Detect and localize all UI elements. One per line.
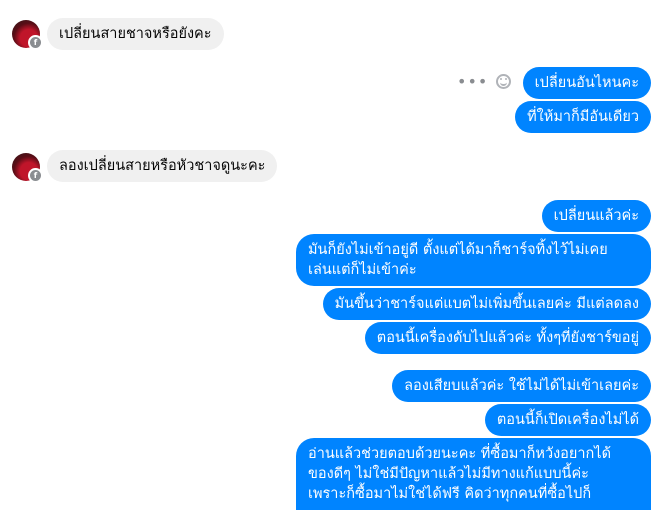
sender-avatar[interactable]: f bbox=[12, 153, 43, 183]
incoming-message[interactable]: เปลี่ยนสายชาจหรือยังคะ bbox=[47, 18, 224, 50]
outgoing-message[interactable]: ตอนนี้ก็เปิดเครื่องไม่ได้ bbox=[484, 404, 651, 436]
outgoing-message[interactable]: อ่านแล้วช่วยตอบด้วยนะคะ ที่ซื้อมาก็หวังอ… bbox=[296, 438, 651, 510]
outgoing-message[interactable]: เปลี่ยนอันไหนคะ bbox=[522, 67, 651, 99]
message-actions: ••• bbox=[457, 72, 512, 91]
emoji-smile-icon[interactable] bbox=[496, 74, 512, 89]
outgoing-message[interactable]: ตอนนี้เครื่องดับไปแล้วค่ะ ทั้งๆที่ยังชาร… bbox=[364, 322, 651, 354]
outgoing-message[interactable]: ที่ให้มาก็มีอันเดียว bbox=[515, 101, 651, 133]
outgoing-message[interactable]: มันขึ้นว่าชาร์จแต่แบตไม่เพิ่มขึ้นเลยค่ะ … bbox=[322, 288, 651, 320]
outgoing-message[interactable]: มันก็ยังไม่เข้าอยู่ดี ตั้งแต่ได้มาก็ชาร์… bbox=[296, 234, 651, 286]
more-dots-icon[interactable]: ••• bbox=[457, 72, 488, 91]
outgoing-message[interactable]: เปลี่ยนแล้วค่ะ bbox=[541, 200, 651, 232]
incoming-message[interactable]: ลองเปลี่ยนสายหรือหัวชาจดูนะคะ bbox=[47, 150, 278, 182]
sender-avatar[interactable]: f bbox=[12, 20, 43, 50]
facebook-badge-icon: f bbox=[28, 35, 43, 50]
facebook-badge-icon: f bbox=[28, 168, 43, 183]
outgoing-message[interactable]: ลองเสียบแล้วค่ะ ใช้ไม่ได้ไม่เข้าเลยค่ะ bbox=[392, 370, 651, 402]
